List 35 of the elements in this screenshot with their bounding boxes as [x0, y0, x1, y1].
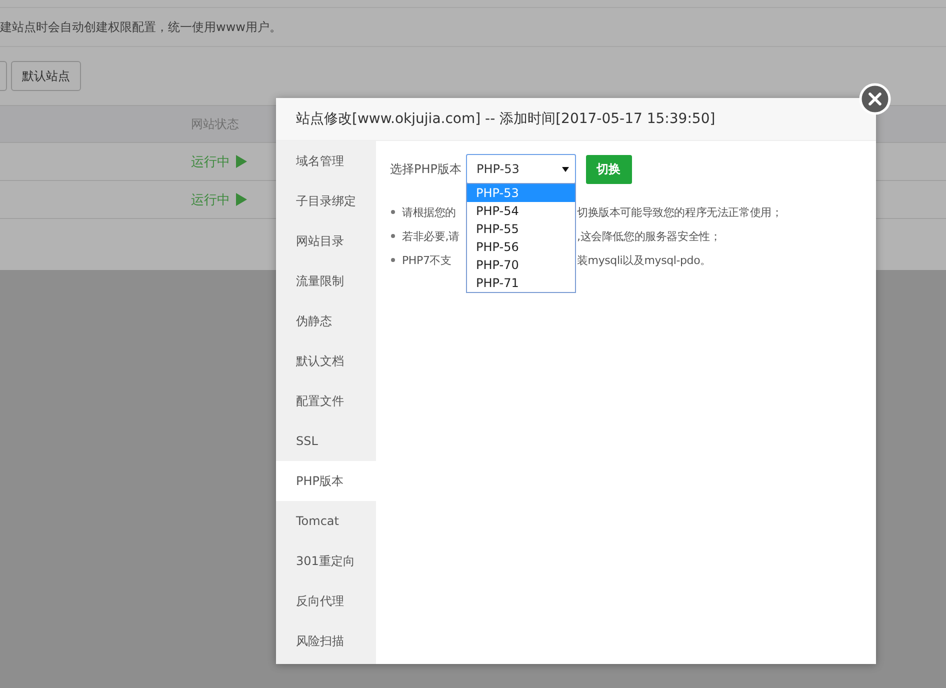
status-text: 运行中 — [191, 192, 230, 208]
sidebar-item[interactable]: PHP版本 — [276, 461, 376, 501]
dropdown-option[interactable]: PHP-55 — [467, 220, 575, 238]
column-header: 网站状态 — [191, 116, 239, 132]
sidebar-item[interactable]: 默认文档 — [276, 341, 376, 381]
status-text: 运行中 — [191, 154, 230, 170]
sidebar-item[interactable]: 伪静态 — [276, 301, 376, 341]
note-text: 装mysqli以及mysql-pdo。 — [577, 252, 711, 268]
dialog-title: 站点修改[www.okjujia.com] -- 添加时间[2017-05-17 15:39:50] — [276, 98, 876, 141]
dropdown-option[interactable]: PHP-56 — [467, 238, 575, 256]
dropdown-option[interactable]: PHP-71 — [467, 274, 575, 292]
dropdown-option[interactable]: PHP-54 — [467, 202, 575, 220]
sidebar-item[interactable]: 配置文件 — [276, 381, 376, 421]
note-text: 请根据您的 — [402, 204, 456, 220]
note-text: ,这会降低您的服务器安全性； — [577, 228, 721, 244]
play-icon[interactable] — [236, 193, 247, 206]
notice-text: 建站点时会自动创建权限配置，统一使用www用户。 — [0, 8, 946, 47]
sidebar-item[interactable]: Tomcat — [276, 501, 376, 541]
caret-icon — [562, 166, 568, 172]
sidebar-item[interactable]: 网站目录 — [276, 221, 376, 261]
sidebar-item[interactable]: 301重定向 — [276, 541, 376, 581]
play-icon[interactable] — [236, 155, 247, 168]
note-text: PHP7不支 — [402, 252, 452, 268]
sidebar-item[interactable]: 流量限制 — [276, 261, 376, 301]
php-version-label: 选择PHP版本 — [390, 160, 462, 178]
sidebar-item[interactable]: 子目录绑定 — [276, 181, 376, 221]
sidebar-item[interactable]: 域名管理 — [276, 141, 376, 181]
sidebar-item[interactable]: 反向代理 — [276, 581, 376, 621]
button[interactable] — [0, 61, 7, 91]
note-text: 切换版本可能导致您的程序无法正常使用； — [577, 204, 782, 220]
dropdown-option[interactable]: PHP-70 — [467, 256, 575, 274]
sidebar-item[interactable]: 风险扫描 — [276, 621, 376, 661]
note-text: 若非必要,请 — [402, 228, 460, 244]
sidebar-item[interactable]: SSL — [276, 421, 376, 461]
default-site-button[interactable]: 默认站点 — [11, 61, 81, 91]
